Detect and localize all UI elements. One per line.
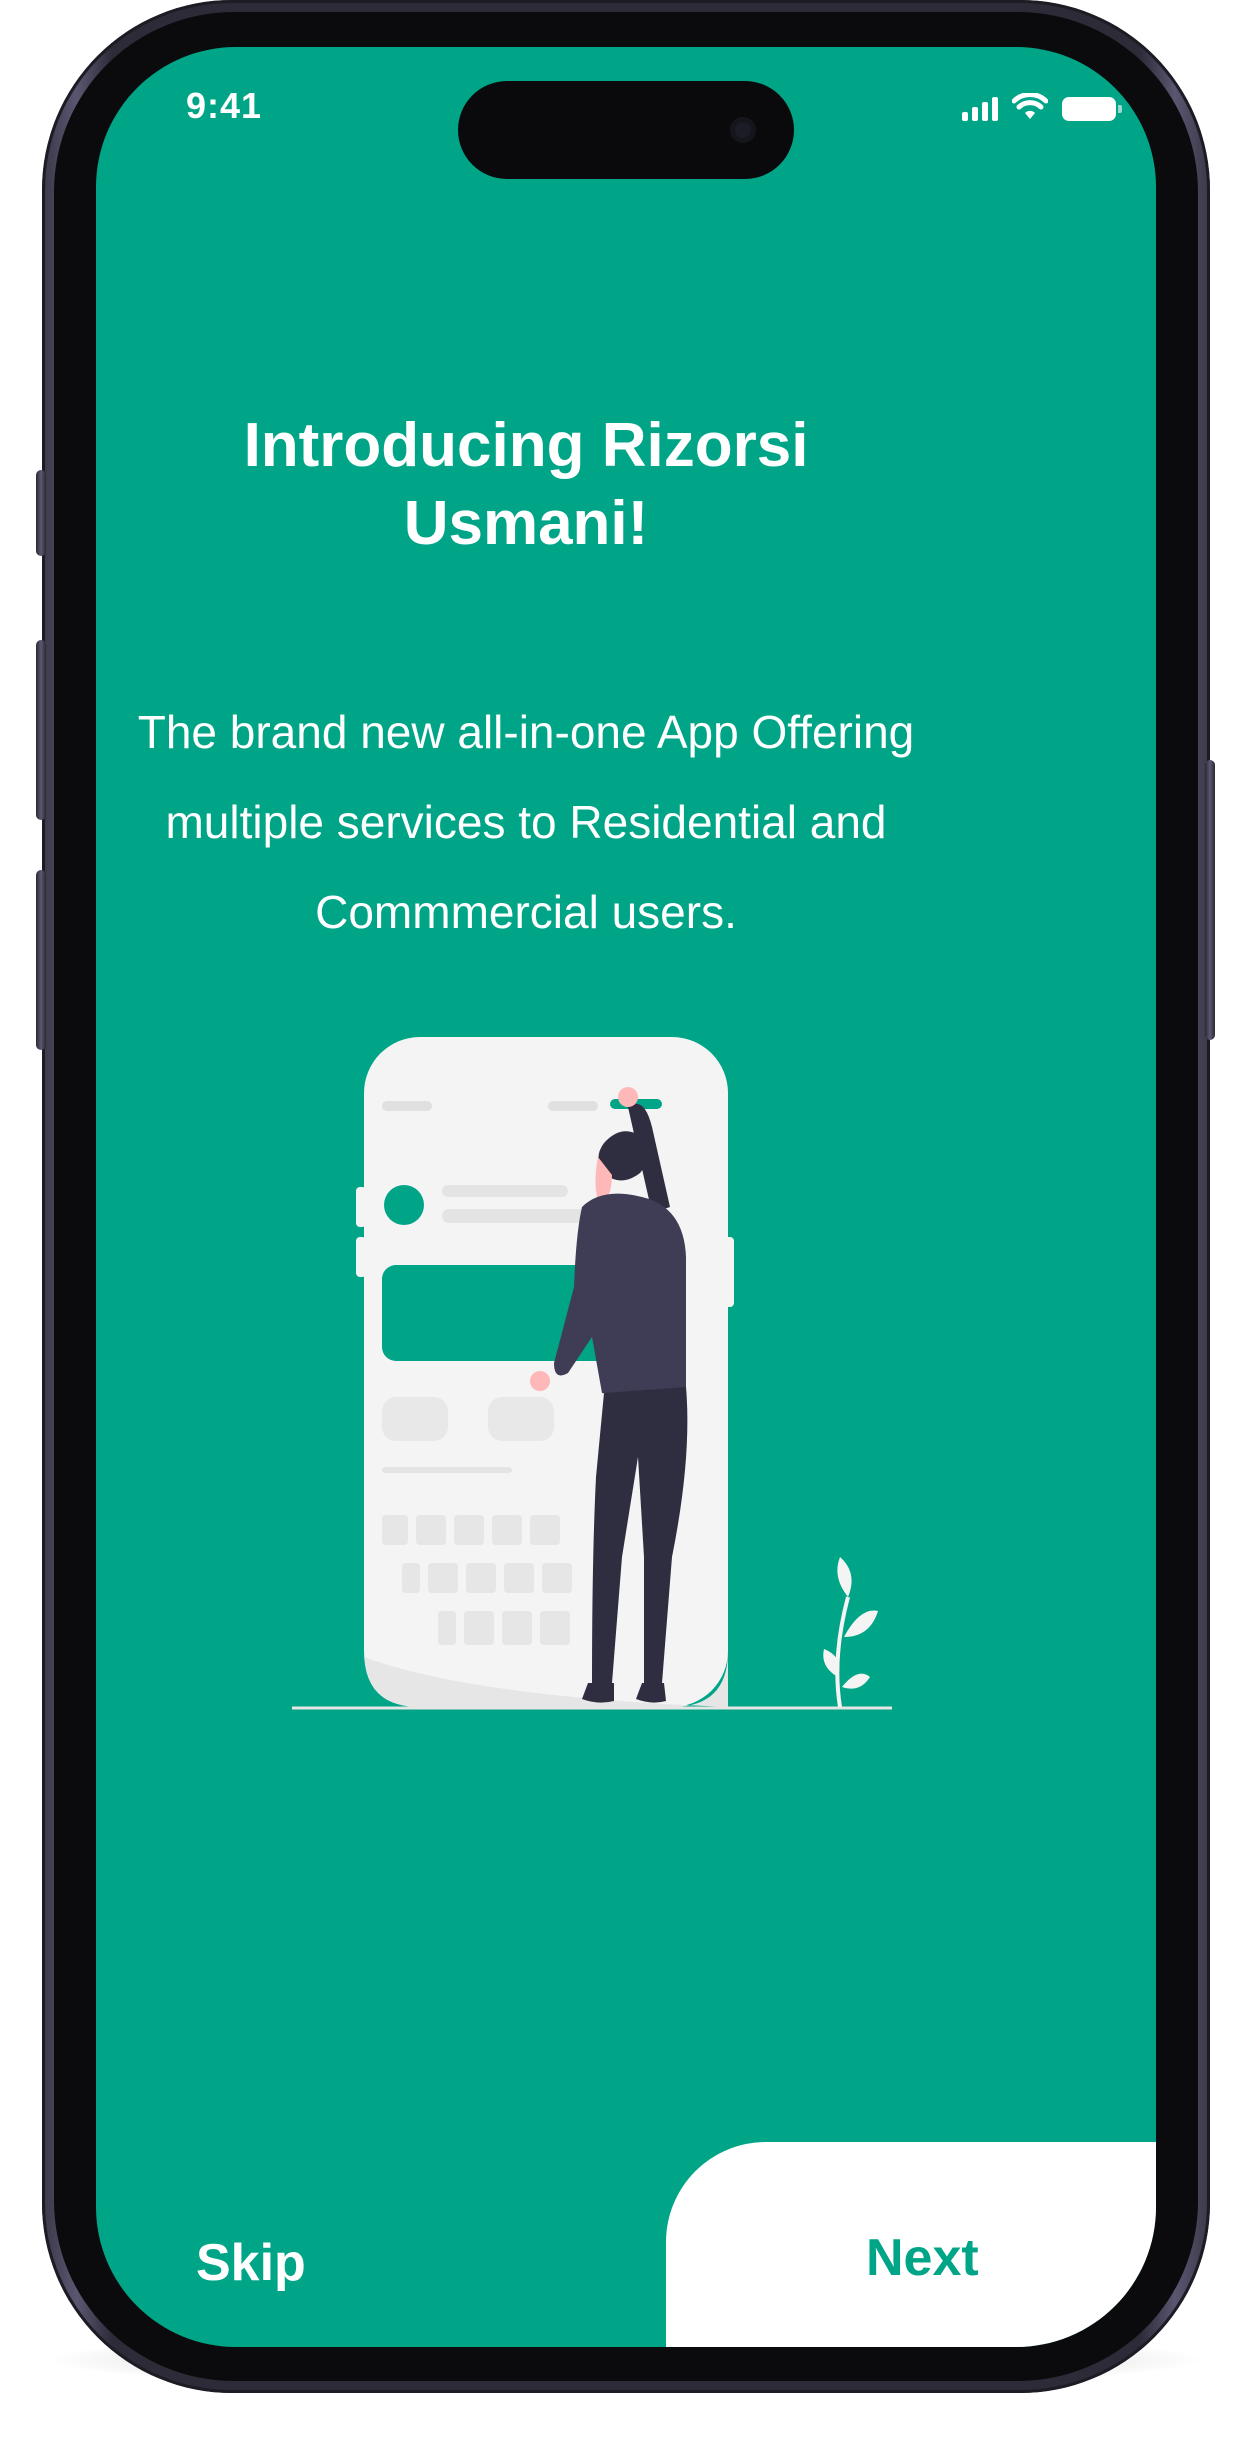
skip-button[interactable]: Skip [196,2233,306,2293]
wifi-icon [1012,93,1048,119]
onboarding-title: Introducing Rizorsi Usmani! [243,411,809,558]
person-using-phone-illustration [292,1037,892,1710]
power-button [1205,760,1215,1040]
action-button [36,470,46,556]
dynamic-island [458,81,794,179]
device-mockup: 9:41 Introducing Rizorsi Usmani! The bra… [0,0,1253,2464]
volume-up-button [36,640,46,820]
volume-down-button [36,870,46,1050]
camera-icon [730,117,756,143]
battery-icon [1062,97,1122,121]
next-button[interactable]: Next [666,2142,1156,2347]
next-button-label: Next [866,2229,979,2287]
plant-icon [823,1557,878,1708]
app-screen: 9:41 Introducing Rizorsi Usmani! The bra… [96,47,1156,2347]
status-time: 9:41 [186,85,263,126]
status-icons [962,93,1122,121]
onboarding-description: The brand new all-in-one App Offering mu… [137,706,915,938]
signal-icon [962,97,998,121]
